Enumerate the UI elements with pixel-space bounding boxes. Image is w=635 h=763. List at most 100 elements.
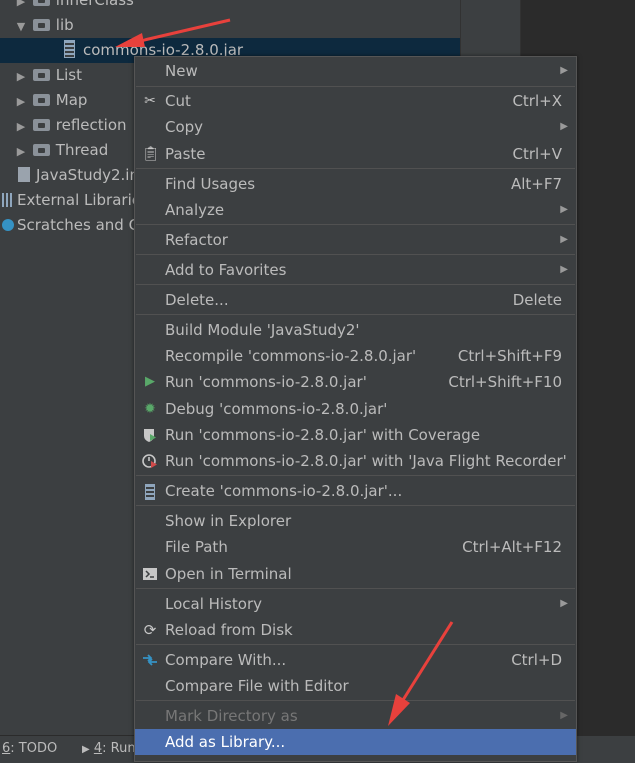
debug-icon: ✹ (144, 401, 156, 417)
menu-separator (136, 224, 575, 225)
expand-arrow-icon[interactable]: ▶ (14, 89, 28, 114)
run-number: 4 (93, 741, 103, 756)
menu-item-label: Refactor (165, 231, 228, 249)
compare-icon (142, 652, 158, 668)
menu-item-label: Compare File with Editor (165, 677, 349, 695)
menu-item-run-with-coverage[interactable]: Run 'commons-io-2.8.0.jar' with Coverage (135, 422, 576, 448)
menu-item-find-usages[interactable]: Find Usages Alt+F7 (135, 171, 576, 197)
tree-item-list[interactable]: ▶ List (14, 63, 82, 88)
scratches-icon (2, 219, 14, 231)
menu-item-compare-file-with-editor[interactable]: Compare File with Editor (135, 673, 576, 699)
tree-item-label: Thread (55, 141, 109, 159)
menu-item-analyze[interactable]: Analyze ▶ (135, 197, 576, 223)
shortcut-label: Ctrl+V (512, 145, 562, 163)
tree-item-label: JavaStudy2.iml (36, 166, 149, 184)
tree-item-innerclass[interactable]: ▶ innerClass (14, 0, 134, 13)
run-tool-button[interactable]: ▶ 4: Run (82, 736, 136, 763)
menu-separator (136, 475, 575, 476)
tree-item-reflection[interactable]: ▶ reflection (14, 113, 127, 138)
menu-item-show-in-explorer[interactable]: Show in Explorer (135, 508, 576, 534)
menu-item-create-run-config[interactable]: Create 'commons-io-2.8.0.jar'... (135, 478, 576, 504)
menu-item-label: Debug 'commons-io-2.8.0.jar' (165, 400, 388, 418)
shortcut-label: Ctrl+Shift+F9 (457, 347, 562, 365)
menu-item-label: Local History (165, 595, 263, 613)
profiler-icon (142, 453, 158, 469)
menu-item-label: File Path (165, 538, 228, 556)
shortcut-label: Ctrl+Alt+F12 (462, 538, 562, 556)
run-tool-icon: ▶ (82, 744, 90, 755)
menu-item-debug[interactable]: ✹ Debug 'commons-io-2.8.0.jar' (135, 396, 576, 422)
menu-item-refactor[interactable]: Refactor ▶ (135, 227, 576, 253)
submenu-arrow-icon: ▶ (560, 204, 568, 215)
menu-separator (136, 505, 575, 506)
tree-item-map[interactable]: ▶ Map (14, 88, 88, 114)
tree-item-label: Map (55, 91, 88, 109)
tree-item-iml[interactable]: JavaStudy2.iml (18, 163, 148, 188)
menu-item-copy[interactable]: Copy ▶ (135, 114, 576, 140)
menu-item-local-history[interactable]: Local History ▶ (135, 591, 576, 617)
menu-item-label: Create 'commons-io-2.8.0.jar'... (165, 482, 403, 500)
menu-item-label: Paste (165, 145, 206, 163)
jar-icon (142, 483, 158, 500)
menu-separator (136, 254, 575, 255)
folder-icon (32, 144, 50, 156)
menu-item-run-with-flight-recorder[interactable]: Run 'commons-io-2.8.0.jar' with 'Java Fl… (135, 448, 576, 474)
scissors-icon: ✂ (144, 93, 156, 109)
menu-item-label: Build Module 'JavaStudy2' (165, 321, 360, 339)
expand-arrow-icon[interactable]: ▶ (14, 114, 28, 139)
menu-item-paste[interactable]: 📋︎ Paste Ctrl+V (135, 141, 576, 167)
expand-arrow-icon[interactable]: ▶ (14, 64, 28, 89)
tree-item-external-libraries[interactable]: External Libraries (2, 188, 149, 213)
menu-item-cut[interactable]: ✂ Cut Ctrl+X (135, 88, 576, 114)
menu-item-open-in-terminal[interactable]: Open in Terminal (135, 561, 576, 587)
menu-item-label: Compare With... (165, 651, 287, 669)
terminal-icon (142, 566, 158, 582)
menu-item-run[interactable]: ▶ Run 'commons-io-2.8.0.jar' Ctrl+Shift+… (135, 369, 576, 395)
todo-tool-button[interactable]: 6: TODO (2, 736, 57, 762)
menu-item-file-path[interactable]: File Path Ctrl+Alt+F12 (135, 534, 576, 560)
run-icon: ▶ (145, 374, 155, 389)
submenu-arrow-icon: ▶ (560, 710, 568, 721)
menu-item-compare-with[interactable]: Compare With... Ctrl+D (135, 647, 576, 673)
module-file-icon (18, 167, 30, 182)
shortcut-label: Delete (512, 291, 562, 309)
expand-arrow-icon[interactable]: ▶ (14, 139, 28, 164)
collapse-arrow-icon[interactable]: ▼ (14, 14, 28, 39)
todo-label: : TODO (10, 741, 58, 756)
menu-item-recompile[interactable]: Recompile 'commons-io-2.8.0.jar' Ctrl+Sh… (135, 343, 576, 369)
folder-icon (32, 0, 50, 6)
menu-separator (136, 168, 575, 169)
tree-item-lib[interactable]: ▼ lib (14, 13, 74, 38)
shortcut-label: Ctrl+D (511, 651, 562, 669)
menu-item-label: Recompile 'commons-io-2.8.0.jar' (165, 347, 417, 365)
menu-item-label: Open in Terminal (165, 565, 292, 583)
menu-item-delete[interactable]: Delete... Delete (135, 287, 576, 313)
menu-item-label: Run 'commons-io-2.8.0.jar' with 'Java Fl… (165, 452, 567, 470)
menu-item-new[interactable]: New ▶ (135, 58, 576, 84)
shortcut-label: Alt+F7 (510, 175, 562, 193)
submenu-arrow-icon: ▶ (560, 598, 568, 609)
coverage-icon (142, 427, 158, 443)
expand-arrow-icon[interactable]: ▶ (14, 0, 28, 14)
tree-item-label: reflection (55, 116, 127, 134)
menu-item-label: Find Usages (165, 175, 256, 193)
menu-item-add-to-favorites[interactable]: Add to Favorites ▶ (135, 257, 576, 283)
menu-item-label: Run 'commons-io-2.8.0.jar' with Coverage (165, 426, 481, 444)
run-label: : Run (102, 741, 136, 756)
context-menu: New ▶ ✂ Cut Ctrl+X Copy ▶ 📋︎ Paste Ctrl+… (134, 56, 577, 762)
tree-item-thread[interactable]: ▶ Thread (14, 138, 108, 163)
menu-item-label: Mark Directory as (165, 707, 298, 725)
menu-item-mark-directory-as[interactable]: Mark Directory as ▶ (135, 703, 576, 729)
folder-icon (32, 19, 50, 31)
menu-separator (136, 588, 575, 589)
menu-item-label: Delete... (165, 291, 229, 309)
clipboard-icon: 📋︎ (142, 146, 160, 162)
tree-item-label: innerClass (55, 0, 134, 9)
menu-item-reload-from-disk[interactable]: ⟳ Reload from Disk (135, 617, 576, 643)
menu-item-label: New (165, 62, 198, 80)
menu-item-label: Cut (165, 92, 191, 110)
menu-item-build-module[interactable]: Build Module 'JavaStudy2' (135, 317, 576, 343)
submenu-arrow-icon: ▶ (560, 234, 568, 245)
menu-item-add-as-library[interactable]: Add as Library... (135, 729, 576, 755)
library-icon (2, 193, 14, 207)
